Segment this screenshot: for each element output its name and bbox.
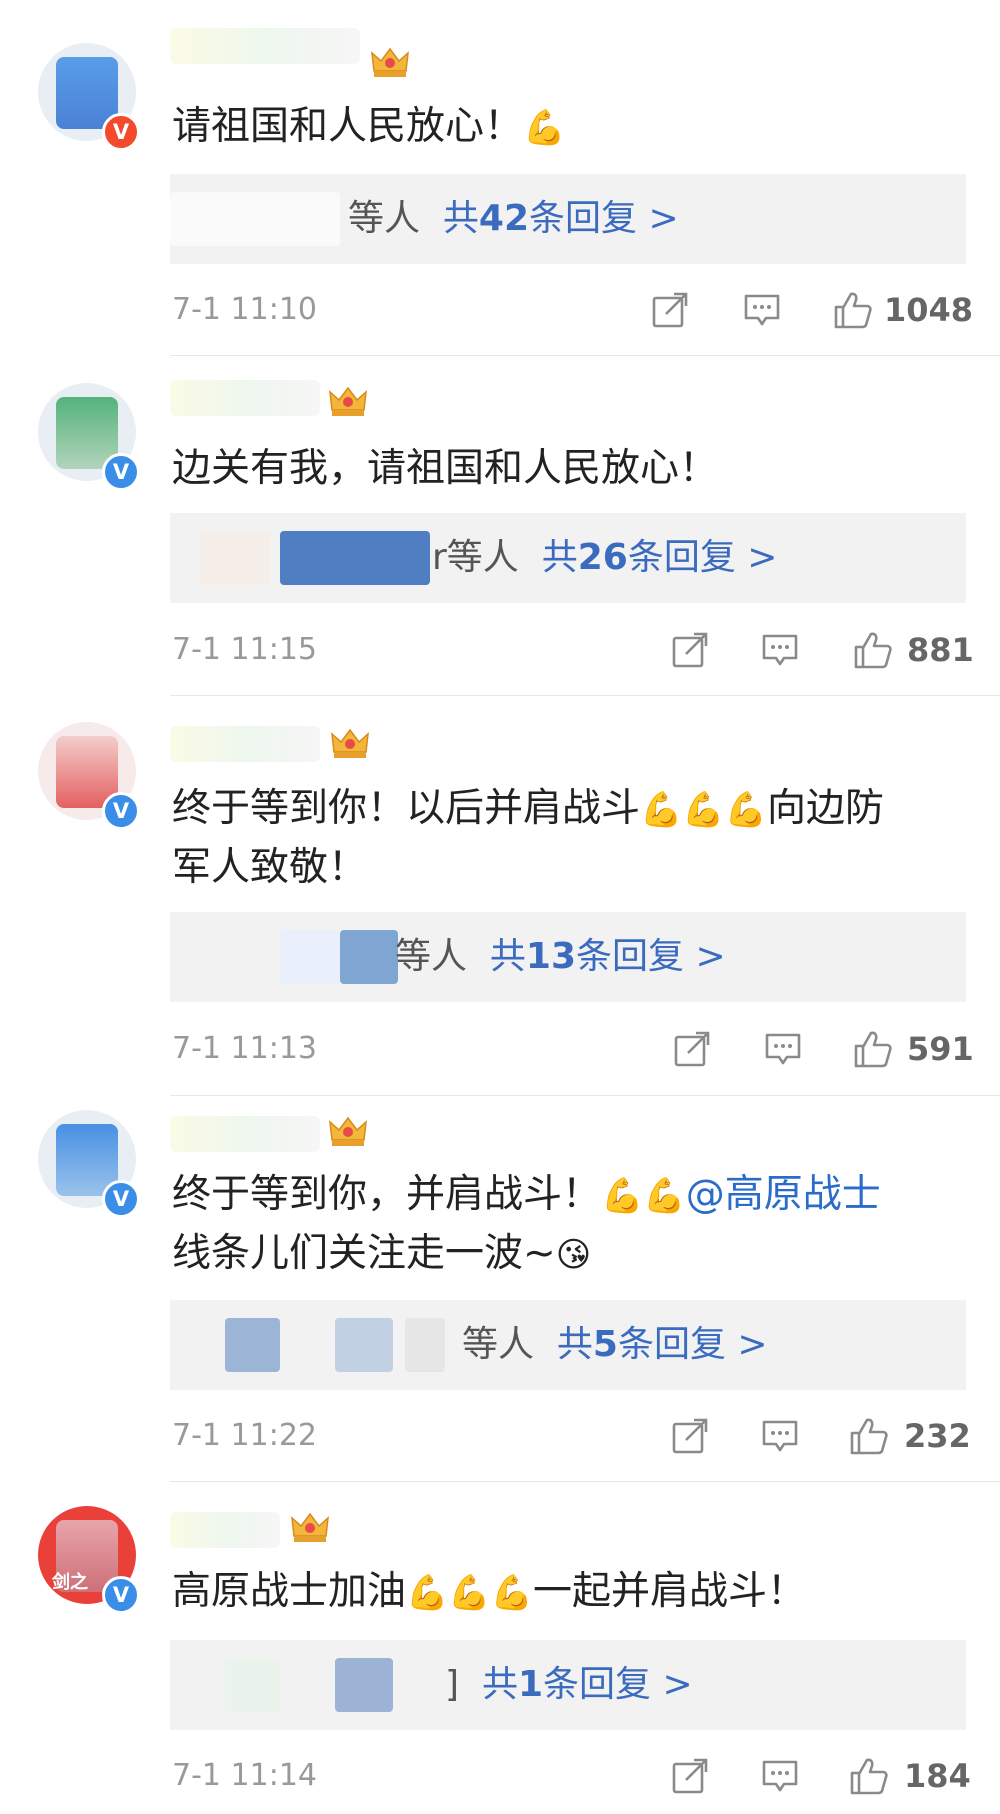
comment-time: 7-1 11:15 xyxy=(172,632,317,667)
verified-v-icon: V xyxy=(102,1576,140,1614)
verified-v-icon: V xyxy=(102,1180,140,1218)
like-count: 184 xyxy=(904,1757,971,1795)
share-icon[interactable] xyxy=(670,1756,710,1796)
crown-icon xyxy=(291,1513,329,1543)
share-icon[interactable] xyxy=(670,630,710,670)
comment-time: 7-1 11:14 xyxy=(172,1758,317,1793)
username[interactable] xyxy=(170,28,360,64)
verified-v-icon: V xyxy=(102,453,140,491)
reply-count-link[interactable]: 共1条回复 > xyxy=(482,1664,693,1705)
username[interactable] xyxy=(170,726,320,762)
username[interactable] xyxy=(170,1512,280,1548)
comment-text: 终于等到你！以后并肩战斗💪💪💪向边防 军人致敬！ xyxy=(172,786,885,890)
comment-icon[interactable] xyxy=(760,1416,800,1456)
reply-preview[interactable]: 等人 共5条回复 > xyxy=(170,1300,966,1390)
divider xyxy=(170,1095,1000,1096)
username[interactable] xyxy=(170,380,320,416)
avatar-label: 剑之 xyxy=(52,1572,88,1593)
comment-icon[interactable] xyxy=(760,1756,800,1796)
reply-preview[interactable]: ] 共1条回复 > xyxy=(170,1640,966,1730)
comment-icon[interactable] xyxy=(742,290,782,330)
comment-time: 7-1 11:13 xyxy=(172,1031,317,1066)
like-count: 881 xyxy=(907,631,974,669)
like-count: 232 xyxy=(904,1417,971,1455)
divider xyxy=(170,355,1000,356)
like-count: 1048 xyxy=(884,291,974,329)
divider xyxy=(170,1481,1000,1482)
divider xyxy=(170,695,1000,696)
reply-count-link[interactable]: 共13条回复 > xyxy=(490,936,726,977)
username[interactable] xyxy=(170,1116,320,1152)
thumbs-up-icon[interactable] xyxy=(852,1029,892,1069)
thumbs-up-icon[interactable] xyxy=(832,290,872,330)
reply-preview[interactable]: 等人 共13条回复 > xyxy=(170,912,966,1002)
comment-icon[interactable] xyxy=(763,1029,803,1069)
comment-text: 请祖国和人民放心！💪 xyxy=(172,104,566,149)
thumbs-up-icon[interactable] xyxy=(852,630,892,670)
share-icon[interactable] xyxy=(672,1029,712,1069)
comment-text: 边关有我，请祖国和人民放心！ xyxy=(172,446,719,491)
comment-icon[interactable] xyxy=(760,630,800,670)
comment-time: 7-1 11:10 xyxy=(172,292,317,327)
reply-count-link[interactable]: 共5条回复 > xyxy=(557,1324,768,1365)
verified-v-icon: V xyxy=(102,113,140,151)
crown-icon xyxy=(329,387,367,417)
share-icon[interactable] xyxy=(650,290,690,330)
reply-preview[interactable]: r等人 共26条回复 > xyxy=(170,513,966,603)
comment-text: 高原战士加油💪💪💪一起并肩战斗！ xyxy=(172,1569,807,1614)
comment-text: 终于等到你，并肩战斗！💪💪@高原战士 线条儿们关注走一波~😘 xyxy=(172,1172,881,1276)
crown-icon xyxy=(331,729,369,759)
reply-count-link[interactable]: 共42条回复 > xyxy=(443,198,679,239)
comment-time: 7-1 11:22 xyxy=(172,1418,317,1453)
reply-preview[interactable]: 等人 共42条回复 > xyxy=(170,174,966,264)
mention-link[interactable]: @高原战士 xyxy=(686,1172,881,1217)
thumbs-up-icon[interactable] xyxy=(848,1416,888,1456)
reply-count-link[interactable]: 共26条回复 > xyxy=(542,537,778,578)
thumbs-up-icon[interactable] xyxy=(848,1756,888,1796)
verified-v-icon: V xyxy=(102,792,140,830)
like-count: 591 xyxy=(907,1030,974,1068)
share-icon[interactable] xyxy=(670,1416,710,1456)
crown-icon xyxy=(329,1117,367,1147)
crown-icon xyxy=(371,48,409,78)
